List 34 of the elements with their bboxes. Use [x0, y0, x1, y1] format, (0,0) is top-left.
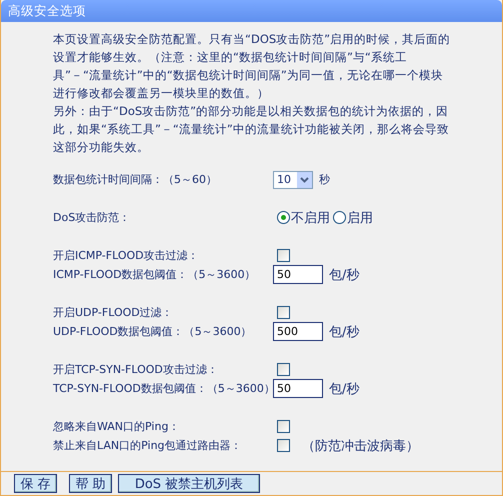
threshold-field[interactable]: 50: [273, 265, 323, 284]
field-label: UDP-FLOOD数据包阈值：（5～3600）: [53, 324, 253, 339]
field-label: ICMP-FLOOD数据包阈值：（5～3600）: [53, 267, 257, 282]
field-label: 禁止来自LAN口的Ping包通过路由器：: [53, 438, 243, 453]
field-label: 开启TCP-SYN-FLOOD攻击过滤：: [53, 362, 219, 377]
checkbox[interactable]: [277, 439, 290, 452]
radio-button[interactable]: [333, 211, 346, 224]
field-label: 开启ICMP-FLOOD攻击过滤：: [53, 248, 200, 263]
window-title: 高级安全选项: [1, 0, 502, 22]
checkbox[interactable]: [277, 420, 290, 433]
action-button[interactable]: 保 存: [14, 474, 57, 493]
note-text: （防范冲击波病毒）: [302, 438, 419, 454]
checkbox[interactable]: [277, 249, 290, 262]
unit-label: 包/秒: [329, 324, 360, 340]
description-text: 另外：由于“DoS攻击防范”的部分功能是以相关数据包的统计为依据的，因此，如果“系统工具”－“流量统计”中的流量统计功能被关闭，那么将会导致这部分功能失效。: [53, 103, 450, 156]
field-label: TCP-SYN-FLOOD数据包阈值：（5～3600）: [53, 381, 273, 396]
radio-button[interactable]: [277, 211, 290, 224]
field-label: DoS攻击防范：: [53, 210, 132, 225]
threshold-field[interactable]: 500: [273, 322, 323, 341]
checkbox[interactable]: [277, 306, 290, 319]
unit-label: 包/秒: [329, 380, 360, 398]
interval-dropdown[interactable]: 10: [273, 170, 313, 188]
action-button[interactable]: 帮 助: [69, 474, 112, 493]
unit-label: 秒: [319, 172, 330, 187]
radio-label: 启用: [347, 210, 373, 226]
description-text: 本页设置高级安全防范配置。只有当“DOS攻击防范”启用的时候，其后面的设置才能够生效。（注意：这里的“数据包统计时间间隔”与“系统工具”－“流量统计”中的“数据包统计时间间隔”为同一值，无论在哪一个模块进行修改都会覆盖另一模块里的数值。）: [53, 31, 451, 102]
blocked-hosts-button[interactable]: DoS 被禁主机列表: [118, 474, 260, 493]
checkbox[interactable]: [277, 363, 290, 376]
field-label: 忽略来自WAN口的Ping：: [53, 419, 180, 434]
unit-label: 包/秒: [329, 266, 360, 284]
field-label: 开启UDP-FLOOD过滤：: [53, 305, 174, 320]
radio-label: 不启用: [291, 210, 330, 226]
threshold-field[interactable]: 50: [273, 379, 323, 398]
field-label: 数据包统计时间间隔：（5～60）: [53, 172, 218, 187]
